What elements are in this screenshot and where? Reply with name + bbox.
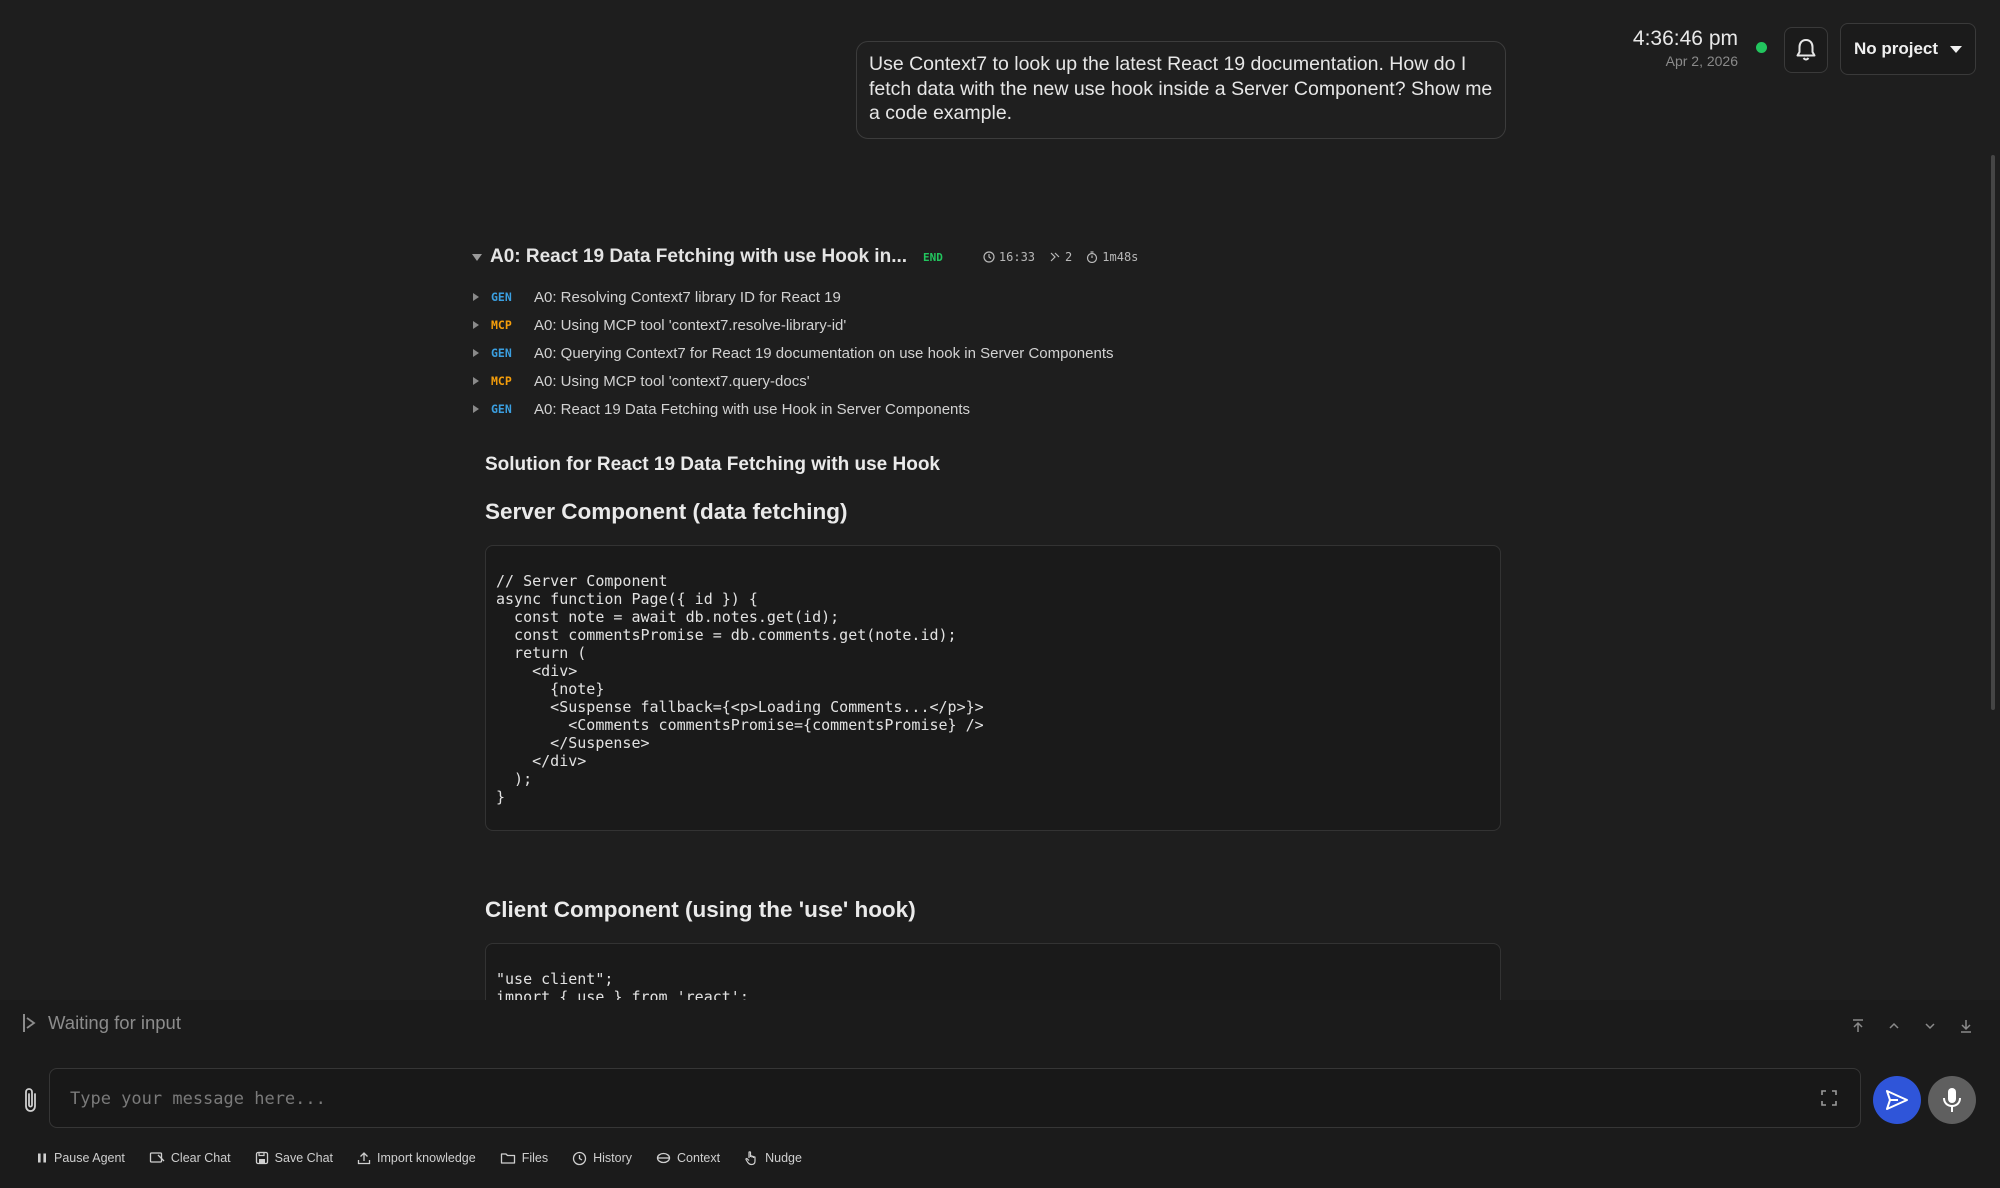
status-play-icon xyxy=(23,1014,36,1032)
pause-icon xyxy=(38,1153,46,1163)
agent-step[interactable]: GEN A0: Querying Context7 for React 19 d… xyxy=(473,339,1114,367)
message-input[interactable] xyxy=(68,1069,1812,1129)
files-button[interactable]: Files xyxy=(500,1150,548,1166)
process-time: 16:33 xyxy=(983,250,1035,264)
action-toolbar: Pause Agent Clear Chat Save Chat Import … xyxy=(36,1150,826,1166)
agent-process-header[interactable]: A0: React 19 Data Fetching with use Hook… xyxy=(472,244,1138,270)
files-label: Files xyxy=(521,1151,549,1165)
pause-agent-button[interactable]: Pause Agent xyxy=(36,1150,125,1166)
chat-scrollbar[interactable] xyxy=(1991,155,1995,710)
clear-chat-label: Clear Chat xyxy=(170,1151,231,1165)
microphone-button[interactable] xyxy=(1928,1076,1976,1124)
context-button[interactable]: Context xyxy=(656,1150,720,1166)
import-knowledge-button[interactable]: Import knowledge xyxy=(357,1150,476,1166)
scroll-bottom-icon[interactable] xyxy=(1958,1018,1974,1034)
bell-icon xyxy=(1796,39,1816,61)
step-tag: GEN xyxy=(491,346,512,360)
scroll-top-icon[interactable] xyxy=(1850,1018,1866,1034)
agent-status-text: Waiting for input xyxy=(48,1012,181,1033)
section-title-client: Client Component (using the 'use' hook) xyxy=(485,897,916,922)
agent-status: Waiting for input xyxy=(22,1012,181,1034)
expand-caret-icon xyxy=(473,377,479,385)
step-tag: GEN xyxy=(491,290,512,304)
project-selector[interactable]: No project xyxy=(1840,23,1976,75)
clear-chat-button[interactable]: Clear Chat xyxy=(149,1150,231,1166)
expand-caret-icon xyxy=(473,349,479,357)
save-chat-label: Save Chat xyxy=(274,1151,334,1165)
step-label: A0: Querying Context7 for React 19 docum… xyxy=(534,344,1114,362)
clear-chat-icon xyxy=(149,1152,165,1163)
upload-icon xyxy=(357,1152,371,1165)
process-steps-value: 2 xyxy=(1065,250,1073,264)
expand-caret-icon xyxy=(473,321,479,329)
step-tag: MCP xyxy=(491,374,512,388)
nudge-button[interactable]: Nudge xyxy=(744,1150,802,1166)
agent-step[interactable]: MCP A0: Using MCP tool 'context7.resolve… xyxy=(473,311,1114,339)
agent-step[interactable]: GEN A0: Resolving Context7 library ID fo… xyxy=(473,283,1114,311)
code-server: // Server Component async function Page(… xyxy=(496,572,984,806)
section-title-server: Server Component (data fetching) xyxy=(485,499,848,524)
user-message: Use Context7 to look up the latest React… xyxy=(856,41,1506,139)
nudge-label: Nudge xyxy=(765,1151,802,1165)
paperclip-icon xyxy=(25,1088,36,1112)
save-icon xyxy=(255,1151,268,1165)
context-icon xyxy=(656,1152,671,1164)
folder-icon xyxy=(500,1153,515,1164)
history-icon xyxy=(572,1151,587,1165)
import-knowledge-label: Import knowledge xyxy=(377,1151,476,1165)
history-label: History xyxy=(593,1151,633,1165)
status-badge: END xyxy=(923,250,943,264)
message-input-box xyxy=(49,1068,1861,1129)
expand-icon[interactable] xyxy=(1820,1089,1838,1112)
process-duration-value: 1m48s xyxy=(1102,250,1139,264)
step-label: A0: React 19 Data Fetching with use Hook… xyxy=(534,400,971,418)
timer-icon xyxy=(1087,251,1098,263)
agent-steps-list: GEN A0: Resolving Context7 library ID fo… xyxy=(473,283,1114,423)
process-duration: 1m48s xyxy=(1086,250,1138,264)
expand-caret-icon xyxy=(473,405,479,413)
agent-step[interactable]: MCP A0: Using MCP tool 'context7.query-d… xyxy=(473,367,1114,395)
response-heading: Solution for React 19 Data Fetching with… xyxy=(485,454,940,475)
agent-step[interactable]: GEN A0: React 19 Data Fetching with use … xyxy=(473,395,1114,423)
connection-status-indicator xyxy=(1756,42,1767,53)
clock-time: 4:36:46 pm xyxy=(1632,27,1738,50)
agent-process-title: A0: React 19 Data Fetching with use Hook… xyxy=(490,246,908,267)
microphone-icon xyxy=(1943,1088,1961,1112)
send-button[interactable] xyxy=(1873,1076,1921,1124)
collapse-caret-icon[interactable] xyxy=(472,253,482,261)
step-label: A0: Resolving Context7 library ID for Re… xyxy=(534,288,841,306)
context-label: Context xyxy=(677,1151,721,1165)
clock-date: Apr 2, 2026 xyxy=(1665,53,1738,69)
scroll-controls xyxy=(1850,1018,1974,1034)
step-tag: GEN xyxy=(491,402,512,416)
scroll-down-icon[interactable] xyxy=(1922,1018,1938,1034)
process-time-value: 16:33 xyxy=(998,250,1036,264)
code-block-server: // Server Component async function Page(… xyxy=(485,545,1501,831)
send-icon xyxy=(1886,1090,1908,1110)
clock-icon xyxy=(983,251,995,263)
clock: 4:36:46 pm Apr 2, 2026 xyxy=(1633,26,1738,70)
save-chat-button[interactable]: Save Chat xyxy=(255,1150,333,1166)
chevron-down-icon xyxy=(1950,45,1963,53)
steps-icon xyxy=(1050,252,1060,262)
attach-file-button[interactable] xyxy=(18,1086,44,1119)
step-label: A0: Using MCP tool 'context7.resolve-lib… xyxy=(534,316,847,334)
history-button[interactable]: History xyxy=(572,1150,632,1166)
project-selector-label: No project xyxy=(1853,39,1939,58)
step-tag: MCP xyxy=(491,318,512,332)
notifications-button[interactable] xyxy=(1784,27,1828,73)
expand-caret-icon xyxy=(473,293,479,301)
pause-agent-label: Pause Agent xyxy=(54,1151,125,1165)
process-steps-count: 2 xyxy=(1049,250,1072,264)
hand-icon xyxy=(745,1151,756,1166)
step-label: A0: Using MCP tool 'context7.query-docs' xyxy=(534,372,810,390)
scroll-up-icon[interactable] xyxy=(1886,1018,1902,1034)
